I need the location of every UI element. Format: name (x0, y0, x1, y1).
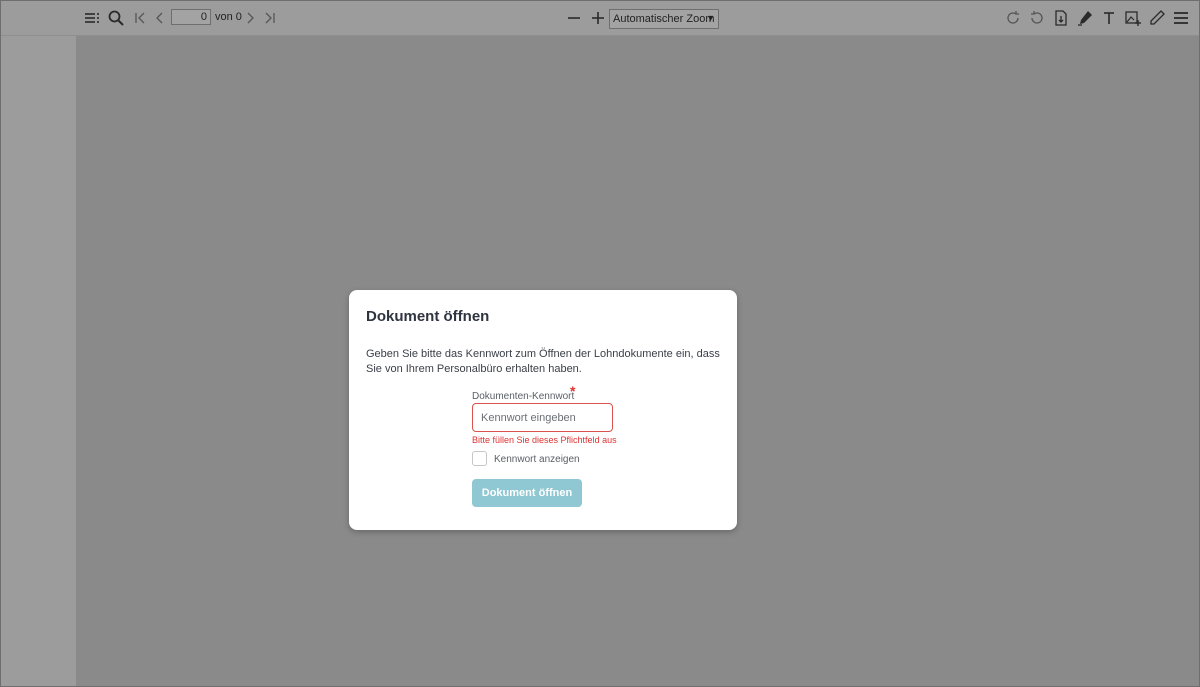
rotate-clockwise-icon[interactable] (1004, 9, 1022, 27)
add-image-icon[interactable] (1124, 9, 1142, 27)
search-icon[interactable] (107, 9, 125, 27)
download-icon[interactable] (1052, 9, 1070, 27)
required-indicator: * (570, 383, 576, 399)
validation-error: Bitte füllen Sie dieses Pflichtfeld aus (472, 435, 617, 445)
zoom-select-value: Automatischer Zoom (613, 13, 715, 25)
open-document-button[interactable]: Dokument öffnen (472, 479, 582, 507)
highlight-icon[interactable] (1076, 9, 1094, 27)
first-page-icon[interactable] (132, 9, 150, 27)
sidebar-area (1, 1, 76, 686)
show-password-checkbox[interactable] (472, 451, 487, 466)
rotate-counterclockwise-icon[interactable] (1028, 9, 1046, 27)
page-count-label: von 0 (215, 11, 242, 23)
menu-icon[interactable] (1172, 9, 1190, 27)
zoom-select[interactable]: Automatischer Zoom ▼ (609, 9, 719, 29)
show-password-label[interactable]: Kennwort anzeigen (494, 454, 580, 465)
chevron-down-icon: ▼ (706, 13, 715, 23)
draw-icon[interactable] (1148, 9, 1166, 27)
page-number-input[interactable]: 0 (171, 9, 211, 25)
zoom-in-icon[interactable] (589, 9, 607, 27)
dialog-description: Geben Sie bitte das Kennwort zum Öffnen … (366, 348, 720, 375)
zoom-out-icon[interactable] (565, 9, 583, 27)
last-page-icon[interactable] (260, 9, 278, 27)
open-document-dialog: Dokument öffnen Geben Sie bitte das Kenn… (349, 290, 737, 530)
password-field-label: Dokumenten-Kennwort (472, 391, 575, 402)
previous-page-icon[interactable] (151, 9, 169, 27)
dialog-title: Dokument öffnen (366, 308, 490, 325)
text-tool-icon[interactable] (1100, 9, 1118, 27)
sidebar-toggle-icon[interactable] (83, 9, 101, 27)
pdf-toolbar: 0 von 0 Automatischer Zoom ▼ (1, 1, 1199, 36)
password-input[interactable] (472, 403, 613, 432)
next-page-icon[interactable] (241, 9, 259, 27)
